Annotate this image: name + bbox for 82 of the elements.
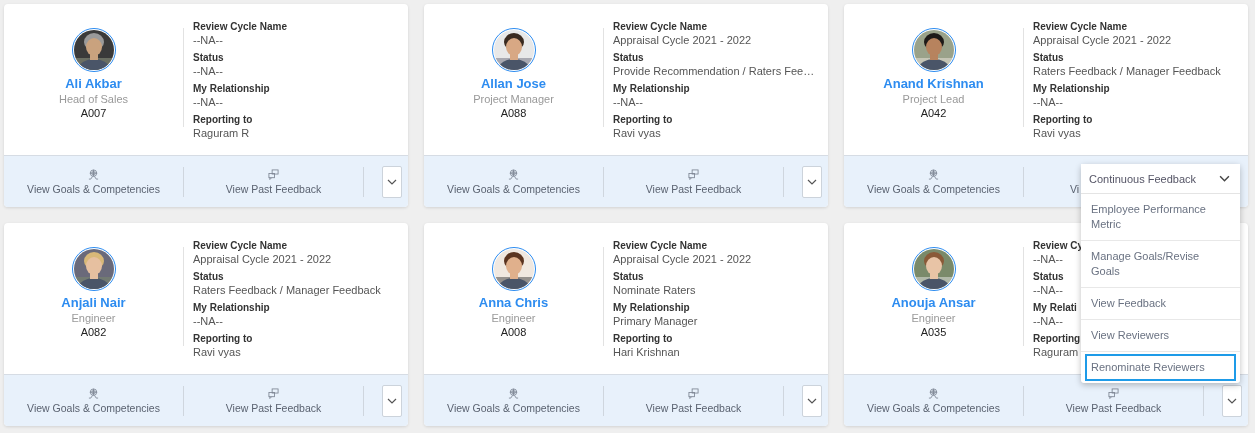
field-value: --NA-- [613, 95, 644, 109]
job-title: Engineer [491, 312, 536, 324]
field-label: Reporting [1033, 332, 1082, 345]
field-value: Raguram R [193, 126, 251, 140]
employee-id: A008 [500, 326, 527, 338]
action-button[interactable]: View Past Feedback [184, 385, 364, 416]
menu-item[interactable]: View Feedback [1085, 290, 1236, 317]
field-value: Appraisal Cycle 2021 - 2022 [193, 252, 333, 266]
field-label: Review Cycle Name [1033, 20, 1128, 33]
job-title: Engineer [911, 312, 956, 324]
field-value: Primary Manager [613, 314, 699, 328]
employee-name[interactable]: Allan Jose [481, 76, 546, 91]
employee-id: A082 [80, 326, 107, 338]
employee-id: A035 [920, 326, 947, 338]
field-label: My Relati [1033, 301, 1078, 314]
field-label: My Relationship [193, 301, 271, 314]
action-button[interactable]: View Goals & Competencies [844, 385, 1024, 416]
field-value: Hari Krishnan [613, 345, 681, 359]
employee-name[interactable]: Anand Krishnan [883, 76, 984, 91]
field-label: Status [613, 270, 645, 283]
field-value: --NA-- [1033, 252, 1064, 266]
field-value: Provide Recommendation / Raters Fee… [613, 64, 815, 78]
field-label: Review Cycle Name [193, 239, 288, 252]
field-value: Raguram [1033, 345, 1080, 359]
action-button[interactable]: View Past Feedback [1024, 385, 1204, 416]
field-label: My Relationship [613, 82, 691, 95]
field-label: Review Cycle Name [193, 20, 287, 33]
field-value: Ravi vyas [193, 345, 242, 359]
field-value: --NA-- [1033, 283, 1064, 297]
field-label: Reporting to [613, 113, 674, 126]
field-label: Status [193, 51, 225, 64]
field-value: Appraisal Cycle 2021 - 2022 [1033, 33, 1173, 47]
field-label: Review Cycle Name [613, 239, 708, 252]
menu-item[interactable]: Manage Goals/Revise Goals [1085, 243, 1236, 285]
field-value: Raters Feedback / Manager Feedback [1033, 64, 1221, 78]
action-button[interactable]: View Goals & Competencies [844, 166, 1024, 197]
field-label: Status [613, 51, 645, 64]
field-value: --NA-- [193, 33, 224, 47]
job-title: Head of Sales [58, 93, 129, 105]
employee-id: A007 [80, 107, 107, 119]
field-label: Status [1033, 270, 1065, 283]
field-value: Ravi vyas [1033, 126, 1082, 140]
field-label: Reporting to [193, 113, 254, 126]
field-value: Ravi vyas [613, 126, 662, 140]
job-title: Project Manager [473, 93, 554, 105]
action-button[interactable]: View Goals & Competencies [4, 166, 184, 197]
field-value: Nominate Raters [613, 283, 697, 297]
field-label: My Relationship [1033, 82, 1111, 95]
action-button[interactable]: View Goals & Competencies [4, 385, 184, 416]
field-label: Review Cycle Name [613, 20, 708, 33]
field-label: Status [193, 270, 225, 283]
field-value: --NA-- [1033, 314, 1064, 328]
field-value: --NA-- [193, 314, 224, 328]
action-button[interactable]: View Goals & Competencies [424, 166, 604, 197]
menu-item[interactable]: Renominate Reviewers [1085, 354, 1236, 381]
field-value: Raters Feedback / Manager Feedback [193, 283, 381, 297]
field-label: My Relationship [193, 82, 271, 95]
action-button[interactable]: View Past Feedback [604, 385, 784, 416]
employee-id: A088 [500, 107, 527, 119]
field-label: Reporting to [1033, 113, 1094, 126]
field-value: --NA-- [193, 95, 224, 109]
field-label: Reporting to [193, 332, 254, 345]
employee-name[interactable]: Anouja Ansar [891, 295, 976, 310]
field-value: Appraisal Cycle 2021 - 2022 [613, 33, 753, 47]
menu-item[interactable]: View Reviewers [1085, 322, 1236, 349]
employee-name[interactable]: Anna Chris [478, 295, 549, 310]
employee-name[interactable]: Ali Akbar [65, 76, 122, 91]
field-label: Status [1033, 51, 1065, 64]
job-title: Engineer [71, 312, 116, 324]
employee-name[interactable]: Anjali Nair [61, 295, 126, 310]
field-value: Appraisal Cycle 2021 - 2022 [613, 252, 752, 266]
menu-item[interactable]: Employee Performance Metric [1085, 196, 1236, 238]
menu-header[interactable]: Continuous Feedback [1081, 164, 1240, 194]
employee-id: A042 [920, 107, 947, 119]
field-value: --NA-- [1033, 95, 1064, 109]
job-title: Project Lead [902, 93, 965, 105]
action-button[interactable]: View Goals & Competencies [424, 385, 604, 416]
field-label: Reporting to [613, 332, 674, 345]
field-value: --NA-- [193, 64, 224, 78]
field-label: My Relationship [613, 301, 691, 314]
action-button[interactable]: View Past Feedback [184, 166, 364, 197]
action-button[interactable]: View Past Feedback [604, 166, 784, 197]
